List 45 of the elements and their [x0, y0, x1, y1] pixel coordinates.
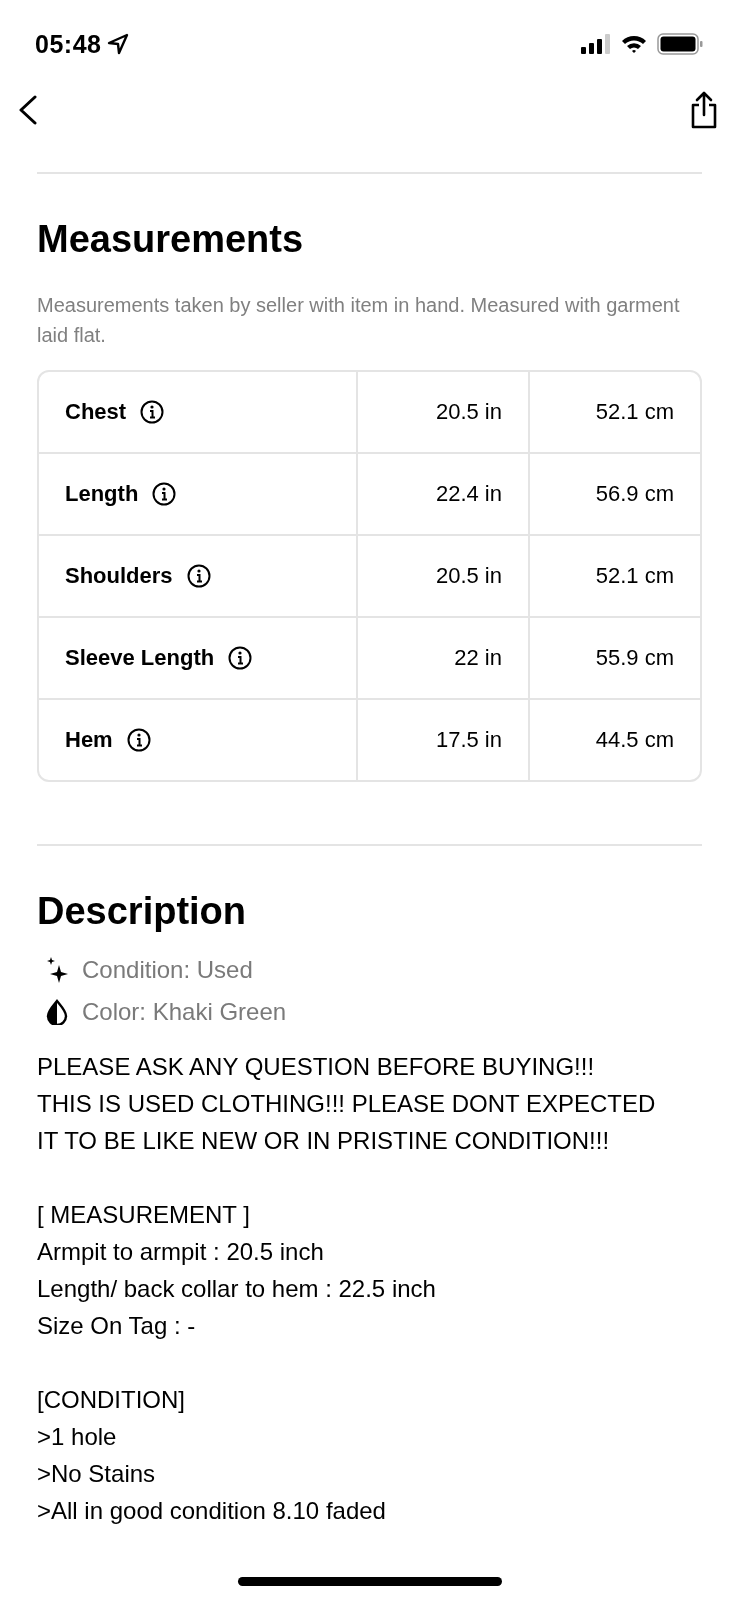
- sparkle-icon: [46, 957, 68, 983]
- cm-value: 52.1 cm: [528, 372, 700, 454]
- section-title: Measurements: [37, 217, 305, 262]
- description-line: PLEASE ASK ANY QUESTION BEFORE BUYING!!!: [37, 1052, 596, 1082]
- description-line: >All in good condition 8.10 faded: [37, 1496, 387, 1526]
- info-icon[interactable]: [140, 400, 165, 424]
- description-line: THIS IS USED CLOTHING!!! PLEASE DONT EXPECTED: [37, 1089, 657, 1119]
- status-time: 05:48: [35, 29, 102, 59]
- description-line: Armpit to armpit : 20.5 inch: [37, 1237, 325, 1267]
- wifi-icon: [621, 34, 647, 54]
- attribute-text: Color: Khaki Green: [82, 998, 287, 1026]
- share-icon[interactable]: [689, 91, 719, 129]
- inch-value: 17.5 in: [356, 700, 528, 780]
- description-line: >No Stains: [37, 1459, 157, 1489]
- description-line: >1 hole: [37, 1422, 118, 1452]
- cm-value: 44.5 cm: [528, 700, 700, 780]
- inch-value: 22.4 in: [356, 454, 528, 536]
- info-icon[interactable]: [228, 646, 253, 670]
- description-line: Size On Tag : -: [37, 1311, 197, 1341]
- info-icon[interactable]: [126, 728, 151, 752]
- info-icon[interactable]: [152, 482, 177, 506]
- location-arrow-icon: [107, 33, 130, 55]
- inch-value: 20.5 in: [356, 372, 528, 454]
- cm-value: 52.1 cm: [528, 536, 700, 618]
- contrast-drop-icon: [46, 999, 68, 1025]
- inch-value: 20.5 in: [356, 536, 528, 618]
- battery-icon: [657, 33, 703, 55]
- description-line: [ MEASUREMENT ]: [37, 1200, 251, 1230]
- description-line: Length/ back collar to hem : 22.5 inch: [37, 1274, 437, 1304]
- info-icon[interactable]: [186, 564, 211, 588]
- attribute-text: Condition: Used: [82, 956, 253, 984]
- measurement-label: Hem: [65, 727, 113, 753]
- signal-icon: [581, 34, 611, 54]
- inch-value: 22 in: [356, 618, 528, 700]
- section-title: Description: [37, 889, 248, 934]
- measurement-note: Measurements taken by seller with item in hand. Measured with garment laid flat.: [37, 293, 681, 348]
- cm-value: 56.9 cm: [528, 454, 700, 536]
- description-line: [CONDITION]: [37, 1385, 186, 1415]
- measurement-label: Shoulders: [65, 563, 173, 589]
- measurement-label: Sleeve Length: [65, 645, 215, 671]
- cm-value: 55.9 cm: [528, 618, 700, 700]
- back-icon[interactable]: [18, 95, 38, 125]
- measurement-label: Chest: [65, 399, 127, 425]
- description-line: IT TO BE LIKE NEW OR IN PRISTINE CONDITION!!!: [37, 1126, 611, 1156]
- measurement-label: Length: [65, 481, 139, 507]
